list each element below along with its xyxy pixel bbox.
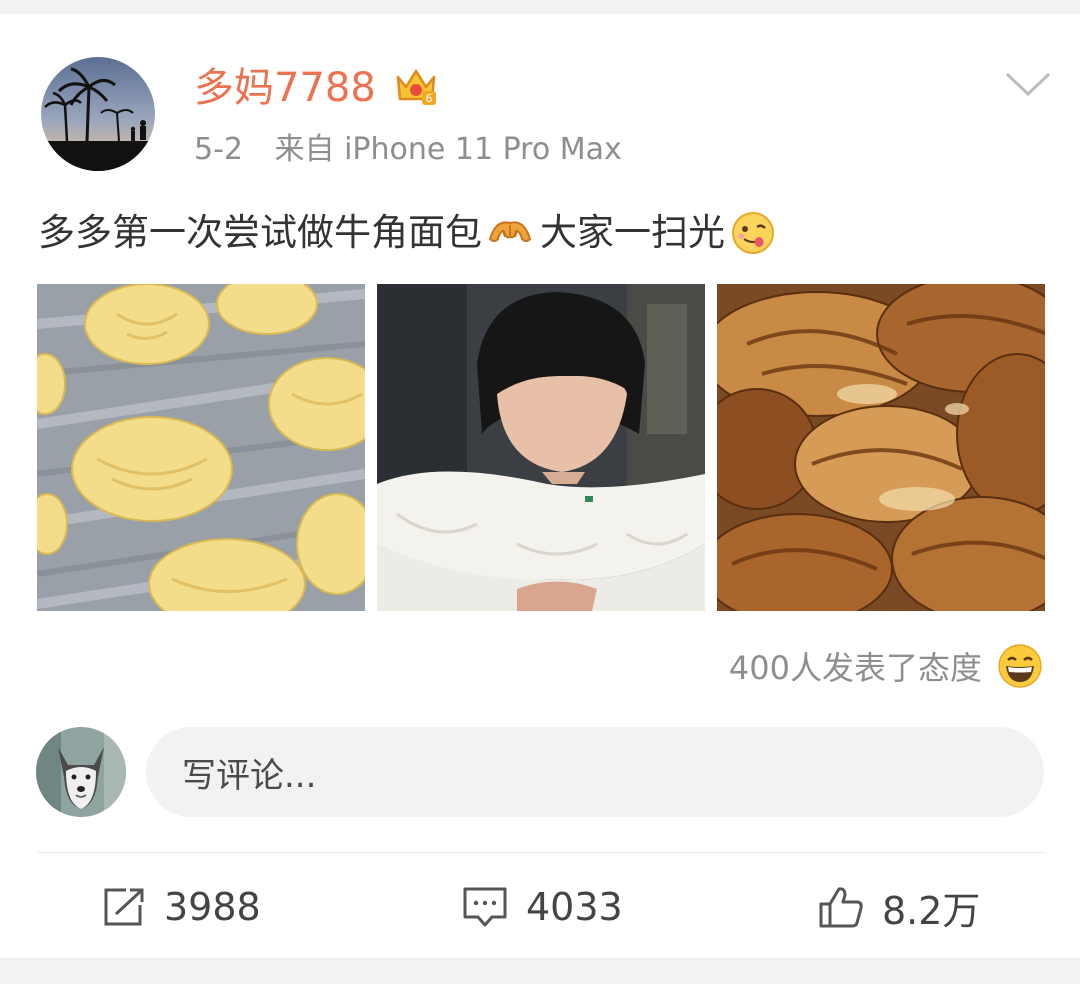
author-avatar[interactable]: [41, 57, 155, 171]
comment-button[interactable]: 4033: [462, 880, 623, 934]
post-text-part2: 大家一扫光: [540, 211, 725, 254]
post-source: 来自 iPhone 11 Pro Max: [274, 132, 622, 167]
comment-input[interactable]: 写评论...: [146, 727, 1044, 817]
comment-placeholder: 写评论...: [182, 755, 317, 796]
svg-text:6: 6: [426, 92, 433, 105]
reactions-summary[interactable]: 400人发表了态度: [729, 642, 1044, 690]
repost-count: 3988: [164, 885, 261, 929]
post-text-part1: 多多第一次尝试做牛角面包: [38, 211, 482, 254]
divider: [38, 852, 1044, 853]
comment-count: 4033: [526, 885, 623, 929]
reactions-text: 400人发表了态度: [728, 649, 982, 687]
my-avatar[interactable]: [36, 727, 126, 817]
post-date: 5-2: [194, 132, 243, 167]
repost-button[interactable]: 3988: [102, 880, 261, 934]
vip-crown-badge-icon: 6: [396, 69, 436, 105]
photo-unbaked-croissants[interactable]: [37, 284, 365, 611]
weibo-post-card: 多妈7788 6 5-2 来自 iPhone 11 Pro Max 多多第一次尝…: [0, 14, 1080, 958]
grinning-face-emoji-icon: [998, 644, 1042, 688]
thumbs-up-icon: [819, 887, 863, 928]
yummy-face-emoji-icon: [732, 212, 774, 254]
author-name[interactable]: 多妈7788: [194, 62, 376, 114]
photo-baked-croissants[interactable]: [717, 284, 1045, 611]
post-meta: 5-2 来自 iPhone 11 Pro Max: [194, 130, 622, 170]
repost-icon: [104, 888, 144, 926]
comment-icon: [463, 887, 507, 927]
croissant-emoji-icon: [488, 221, 532, 242]
chevron-down-icon[interactable]: [1003, 70, 1053, 100]
photo-girl-making-croissants[interactable]: [377, 284, 705, 611]
post-content: 多多第一次尝试做牛角面包 大家一扫光: [38, 208, 783, 258]
like-count: 8.2万: [882, 888, 981, 933]
like-button[interactable]: 8.2万: [818, 880, 980, 934]
